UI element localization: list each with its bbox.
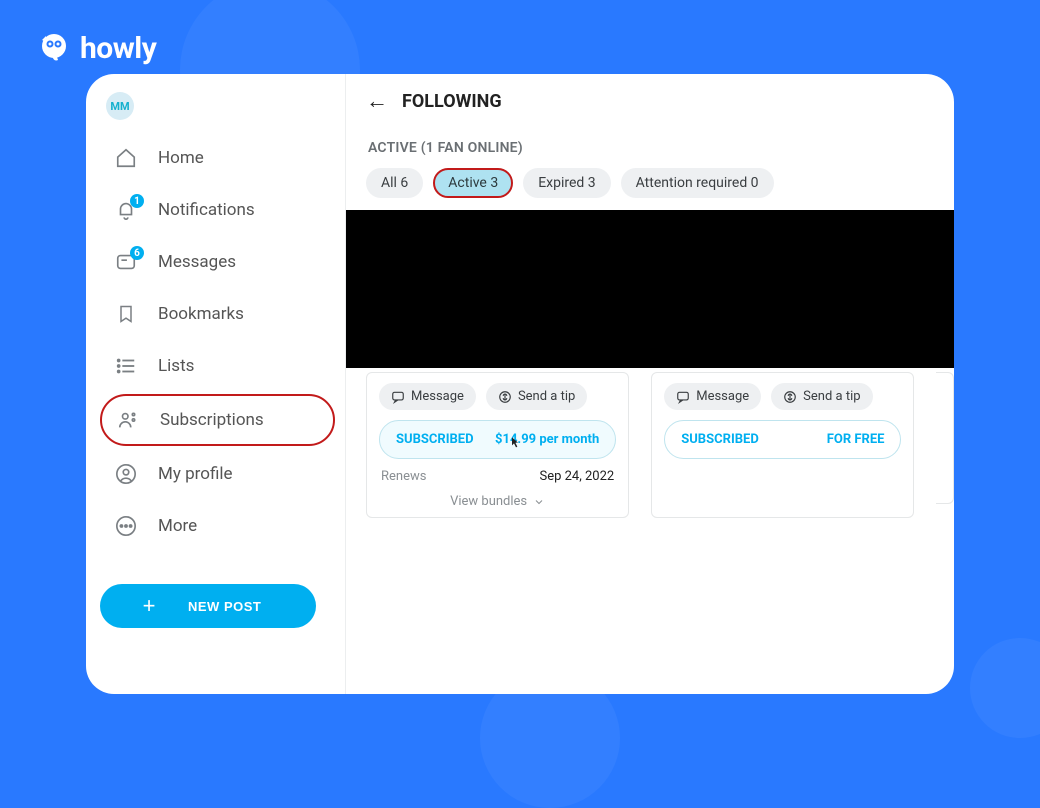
filter-row: All 6 Active 3 Expired 3 Attention requi… — [366, 168, 954, 198]
sidebar-item-label: Subscriptions — [160, 410, 264, 430]
send-tip-button[interactable]: Send a tip — [771, 383, 872, 410]
back-arrow-icon[interactable]: ← — [366, 88, 388, 114]
app-card: MM Home 1 Notifications 6 Messages — [86, 74, 954, 694]
message-button[interactable]: Message — [664, 383, 761, 410]
message-label: Message — [411, 389, 464, 404]
dollar-icon — [498, 390, 512, 404]
subscribed-button[interactable]: SUBSCRIBED FOR FREE — [664, 420, 901, 459]
filter-attention[interactable]: Attention required 0 — [621, 168, 774, 198]
tip-label: Send a tip — [803, 389, 860, 404]
subscription-status: SUBSCRIBED — [681, 432, 759, 447]
card-actions: Message Send a tip — [379, 383, 616, 410]
dollar-icon — [783, 390, 797, 404]
main-panel: ← FOLLOWING ACTIVE (1 FAN ONLINE) All 6 … — [346, 74, 954, 694]
subscription-card-peek — [936, 372, 954, 504]
brand-name: howly — [80, 31, 156, 66]
sidebar-item-label: Messages — [158, 252, 236, 272]
renews-date: Sep 24, 2022 — [539, 469, 614, 484]
cursor-icon — [506, 435, 522, 453]
message-button[interactable]: Message — [379, 383, 476, 410]
bell-icon: 1 — [114, 198, 138, 222]
sidebar-item-lists[interactable]: Lists — [100, 342, 335, 390]
sidebar-item-subscriptions[interactable]: Subscriptions — [100, 394, 335, 446]
brand-logo: howly — [36, 30, 156, 66]
message-badge: 6 — [130, 246, 144, 260]
bg-decoration — [970, 638, 1040, 738]
sidebar-item-label: Home — [158, 148, 204, 168]
sidebar-item-more[interactable]: More — [100, 502, 335, 550]
chat-icon — [676, 390, 690, 404]
plus-icon: + — [143, 595, 156, 617]
subscriptions-icon — [116, 408, 140, 432]
subscription-cards: Message Send a tip SUBSCRIBED $14.99 per… — [366, 372, 954, 518]
message-label: Message — [696, 389, 749, 404]
sidebar-item-bookmarks[interactable]: Bookmarks — [100, 290, 335, 338]
sidebar: MM Home 1 Notifications 6 Messages — [86, 74, 346, 694]
message-icon: 6 — [114, 250, 138, 274]
filter-all[interactable]: All 6 — [366, 168, 423, 198]
card-actions: Message Send a tip — [664, 383, 901, 410]
home-icon — [114, 146, 138, 170]
subscription-status: SUBSCRIBED — [396, 432, 474, 447]
subscription-price: FOR FREE — [827, 432, 885, 447]
bookmark-icon — [114, 302, 138, 326]
view-bundles-label: View bundles — [450, 494, 527, 509]
sidebar-item-home[interactable]: Home — [100, 134, 335, 182]
subscription-card: Message Send a tip SUBSCRIBED $14.99 per… — [366, 372, 629, 518]
status-subheading: ACTIVE (1 FAN ONLINE) — [368, 140, 954, 156]
new-post-label: NEW POST — [188, 599, 261, 614]
new-post-button[interactable]: + NEW POST — [100, 584, 316, 628]
sidebar-item-label: More — [158, 516, 197, 536]
more-icon — [114, 514, 138, 538]
redacted-content — [346, 210, 954, 368]
avatar[interactable]: MM — [106, 92, 134, 120]
sidebar-item-label: Bookmarks — [158, 304, 244, 324]
sidebar-item-label: Lists — [158, 356, 194, 376]
profile-icon — [114, 462, 138, 486]
owl-icon — [36, 30, 72, 66]
view-bundles-link[interactable]: View bundles — [379, 494, 616, 509]
sidebar-item-label: Notifications — [158, 200, 255, 220]
renews-label: Renews — [381, 469, 426, 484]
subscribed-button[interactable]: SUBSCRIBED $14.99 per month — [379, 420, 616, 459]
sidebar-item-notifications[interactable]: 1 Notifications — [100, 186, 335, 234]
list-icon — [114, 354, 138, 378]
notification-badge: 1 — [130, 194, 144, 208]
filter-active[interactable]: Active 3 — [433, 168, 513, 198]
sidebar-item-label: My profile — [158, 464, 233, 484]
subscription-card: Message Send a tip SUBSCRIBED FOR FREE — [651, 372, 914, 518]
sidebar-item-profile[interactable]: My profile — [100, 450, 335, 498]
filter-expired[interactable]: Expired 3 — [523, 168, 610, 198]
sidebar-item-messages[interactable]: 6 Messages — [100, 238, 335, 286]
tip-label: Send a tip — [518, 389, 575, 404]
page-header: ← FOLLOWING — [366, 88, 954, 126]
renew-row: Renews Sep 24, 2022 — [379, 469, 616, 484]
send-tip-button[interactable]: Send a tip — [486, 383, 587, 410]
chevron-down-icon — [533, 496, 545, 508]
chat-icon — [391, 390, 405, 404]
page-title: FOLLOWING — [402, 91, 502, 112]
